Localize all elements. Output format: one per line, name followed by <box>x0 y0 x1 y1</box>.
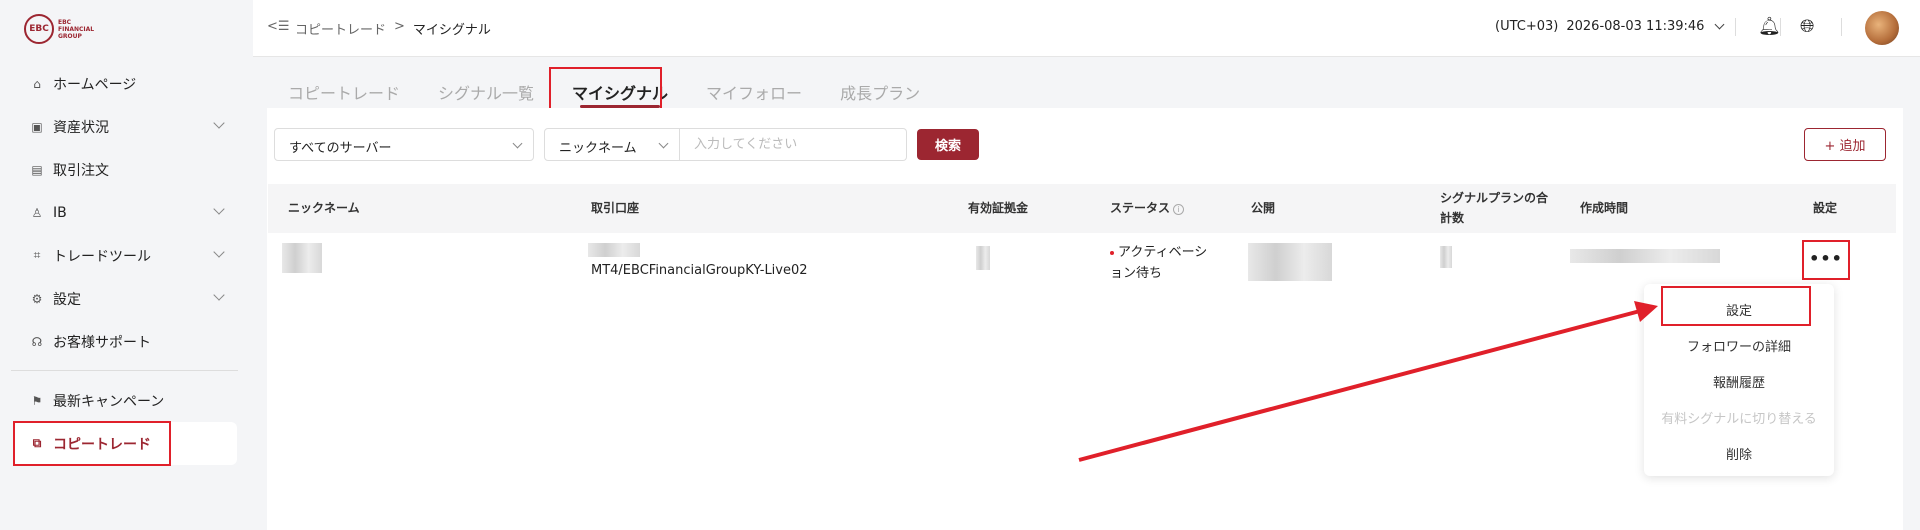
arrow-shaft <box>1078 309 1641 462</box>
arrow-head <box>1634 301 1658 322</box>
annotation-arrow <box>1078 301 1658 462</box>
